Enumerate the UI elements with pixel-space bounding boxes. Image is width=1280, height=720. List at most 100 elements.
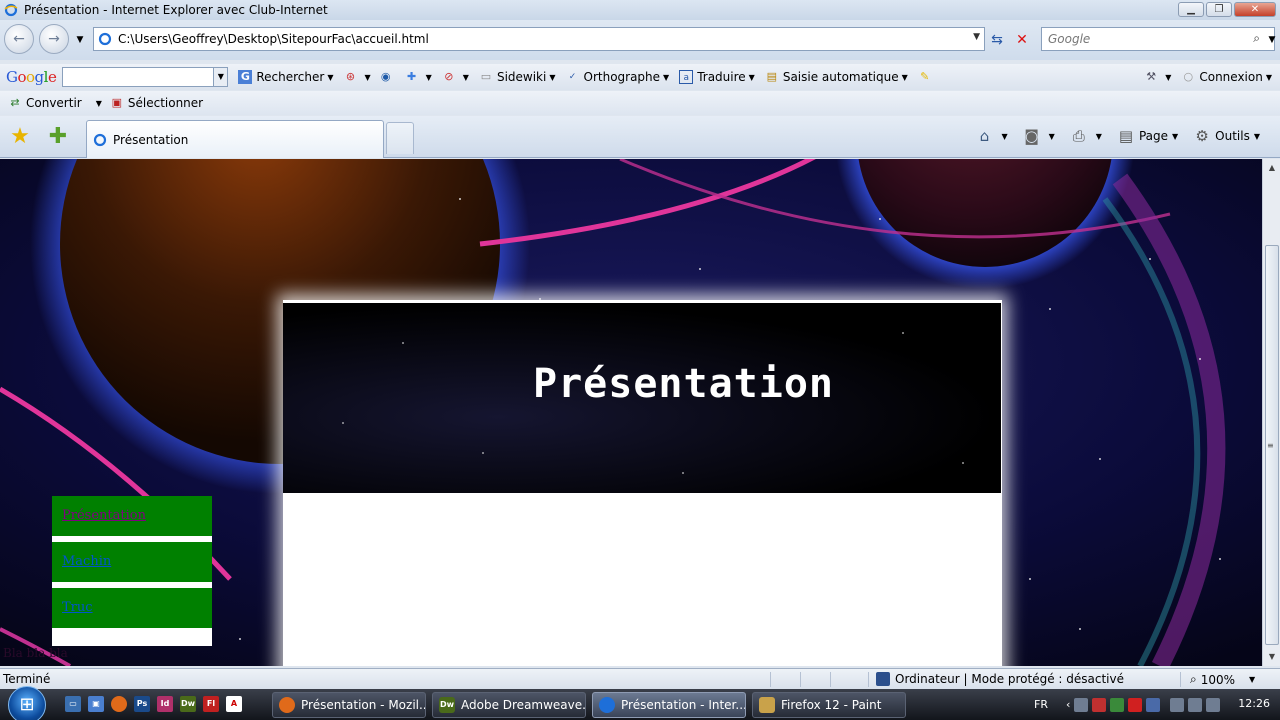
tray-icon[interactable] bbox=[1110, 697, 1125, 712]
home-button[interactable]: ⌂ ▼ bbox=[974, 126, 1008, 146]
status-separator bbox=[1180, 672, 1181, 687]
popup-blocker-icon: ⊘ bbox=[444, 70, 454, 83]
scroll-up-icon[interactable]: ▲ bbox=[1265, 161, 1279, 175]
history-dropdown-icon[interactable]: ▼ bbox=[70, 30, 90, 50]
ie-logo-icon bbox=[4, 3, 18, 17]
tab-bar: ★ ✚ Présentation ⌂ ▼ ◙ ▼ ⎙ ▼ ▤ Page ▼ ⚙ Outils… bbox=[0, 116, 1280, 158]
forward-button[interactable]: → bbox=[39, 24, 69, 54]
address-dropdown-icon[interactable]: ▼ bbox=[973, 32, 980, 42]
google-input-dropdown-icon[interactable]: ▼ bbox=[213, 68, 228, 86]
google-search-button[interactable]: G Rechercher ▼ bbox=[238, 70, 333, 84]
switch-windows-icon[interactable]: ▣ bbox=[88, 696, 104, 712]
translate-button[interactable]: a Traduire ▼ bbox=[679, 70, 755, 84]
tray-icon[interactable] bbox=[1092, 697, 1107, 712]
ie-icon bbox=[599, 697, 615, 713]
tray-icon[interactable] bbox=[1128, 697, 1143, 712]
google-settings-button[interactable]: ⚒ ▼ bbox=[1144, 70, 1171, 84]
autofill-button[interactable]: ▤ Saisie automatique ▼ bbox=[765, 70, 908, 84]
page-ie-icon bbox=[98, 32, 112, 46]
search-dropdown-icon[interactable]: ▼ bbox=[1262, 30, 1280, 50]
convert-toolbar: ⇄ Convertir ▼ ▣ Sélectionner bbox=[0, 91, 1280, 115]
close-window-button[interactable]: ✕ bbox=[1234, 2, 1276, 17]
globe-icon: ◉ bbox=[380, 70, 391, 83]
new-tab-button[interactable] bbox=[386, 122, 414, 154]
menu-link-machin[interactable]: Machin bbox=[52, 542, 212, 582]
main-panel: Présentation bbox=[283, 300, 1002, 666]
search-box[interactable]: Google ⌕ bbox=[1041, 27, 1275, 51]
photoshop-icon[interactable]: Ps bbox=[134, 696, 150, 712]
minimize-button[interactable]: ▁ bbox=[1178, 2, 1204, 17]
convert-icon: ⇄ bbox=[10, 96, 20, 109]
zoom-dropdown-icon[interactable]: ▼ bbox=[1249, 675, 1255, 684]
google-search-input[interactable]: ▼ bbox=[62, 67, 229, 87]
scroll-down-icon[interactable]: ▼ bbox=[1265, 650, 1279, 664]
tray-icon[interactable] bbox=[1146, 697, 1161, 712]
google-toolbar: Google ▼ G Rechercher ▼ ⊛ ▼ ◉ ✚ ▼ ⊘ ▼ ▭ Sidewiki… bbox=[0, 64, 1280, 90]
address-text[interactable]: C:\Users\Geoffrey\Desktop\SitepourFac\ac… bbox=[118, 32, 429, 46]
spellcheck-button[interactable]: ✓ Orthographe ▼ bbox=[566, 70, 669, 84]
task-internet-explorer[interactable]: Présentation - Inter... bbox=[592, 692, 746, 718]
paint-icon bbox=[759, 697, 775, 713]
tray-expand-icon[interactable]: ‹ bbox=[1066, 698, 1070, 711]
window-title: Présentation - Internet Explorer avec Cl… bbox=[24, 3, 328, 17]
status-separator bbox=[770, 672, 771, 687]
menu-link-truc[interactable]: Truc bbox=[52, 588, 212, 628]
favorites-star-icon[interactable]: ★ bbox=[7, 124, 33, 150]
highlighter-button[interactable]: ✎ bbox=[918, 70, 936, 84]
dreamweaver-quicklaunch-icon[interactable]: Dw bbox=[180, 696, 196, 712]
show-desktop-icon[interactable]: ▭ bbox=[65, 696, 81, 712]
home-icon: ⌂ bbox=[979, 127, 990, 145]
clock[interactable]: 12:26 bbox=[1238, 697, 1270, 710]
search-placeholder: Google bbox=[1048, 32, 1091, 46]
page-menu[interactable]: ▤ Page ▼ bbox=[1116, 126, 1178, 146]
address-bar[interactable]: C:\Users\Geoffrey\Desktop\SitepourFac\ac… bbox=[93, 27, 985, 51]
task-paint[interactable]: Firefox 12 - Paint bbox=[752, 692, 906, 718]
window-titlebar: Présentation - Internet Explorer avec Cl… bbox=[0, 0, 1280, 20]
task-dreamweaver[interactable]: Dw Adobe Dreamweave... bbox=[432, 692, 586, 718]
acrobat-icon[interactable]: A bbox=[226, 696, 242, 712]
wrench-icon: ⚒ bbox=[1146, 70, 1157, 83]
maximize-button[interactable]: ❐ bbox=[1206, 2, 1232, 17]
scroll-grip-icon: ≡ bbox=[1267, 441, 1274, 450]
start-button[interactable]: ⊞ bbox=[8, 686, 46, 720]
security-zone[interactable]: Ordinateur | Mode protégé : désactivé bbox=[876, 672, 1124, 686]
zoom-control[interactable]: ⌕ 100% ▼ bbox=[1190, 672, 1255, 687]
page-heading: Présentation bbox=[533, 361, 834, 407]
vertical-scrollbar[interactable]: ▲ ≡ ▼ bbox=[1262, 159, 1280, 666]
select-button[interactable]: ▣ Sélectionner bbox=[110, 96, 203, 110]
page-content: Présentation Présentation Machin Truc Bl… bbox=[0, 159, 1262, 666]
bookmark-icon: ⊛ bbox=[345, 70, 356, 83]
search-icon[interactable]: ⌕ bbox=[1253, 31, 1260, 46]
autofill-icon: ▤ bbox=[766, 70, 778, 83]
task-firefox[interactable]: Présentation - Mozil... bbox=[272, 692, 426, 718]
refresh-icon[interactable]: ⇆ bbox=[987, 30, 1007, 50]
popup-blocker-button[interactable]: ⊘ ▼ bbox=[442, 70, 469, 84]
tray-icon[interactable] bbox=[1074, 697, 1089, 712]
add-favorites-icon[interactable]: ✚ bbox=[45, 124, 71, 150]
google-tools-group[interactable]: ⊛ ▼ ◉ ✚ ▼ bbox=[343, 70, 432, 84]
tab-ie-icon bbox=[93, 133, 107, 146]
convert-button[interactable]: ⇄ Convertir ▼ bbox=[8, 96, 101, 110]
feeds-button[interactable]: ◙ ▼ bbox=[1022, 126, 1054, 146]
stop-icon[interactable]: ✕ bbox=[1012, 30, 1032, 50]
side-menu: Présentation Machin Truc bbox=[52, 496, 212, 646]
sidewiki-button[interactable]: ▭ Sidewiki ▼ bbox=[479, 70, 556, 84]
language-indicator[interactable]: FR bbox=[1034, 698, 1048, 711]
tab-presentation[interactable]: Présentation bbox=[86, 120, 384, 158]
plus-icon: ✚ bbox=[407, 70, 417, 83]
connect-button[interactable]: ○ Connexion ▼ bbox=[1181, 70, 1272, 84]
rss-icon: ◙ bbox=[1024, 127, 1039, 145]
print-button[interactable]: ⎙ ▼ bbox=[1069, 126, 1102, 146]
tools-menu[interactable]: ⚙ Outils ▼ bbox=[1192, 126, 1260, 146]
firefox-quicklaunch-icon[interactable] bbox=[111, 696, 127, 712]
network-icon[interactable] bbox=[1188, 697, 1203, 712]
tray-icon[interactable] bbox=[1170, 697, 1185, 712]
volume-icon[interactable] bbox=[1206, 697, 1221, 712]
zoom-icon: ⌕ bbox=[1190, 672, 1197, 686]
gear-icon: ⚙ bbox=[1195, 127, 1209, 145]
indesign-icon[interactable]: Id bbox=[157, 696, 173, 712]
menu-link-presentation[interactable]: Présentation bbox=[52, 496, 212, 536]
google-g-icon: G bbox=[238, 70, 253, 84]
back-button[interactable]: ← bbox=[4, 24, 34, 54]
flash-icon[interactable]: Fl bbox=[203, 696, 219, 712]
